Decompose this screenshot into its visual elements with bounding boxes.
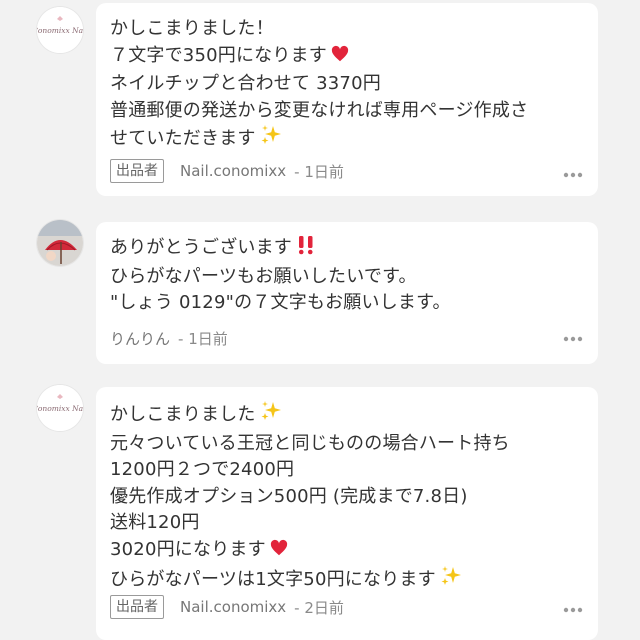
red-heart-icon [331, 45, 349, 72]
ellipsis-icon [563, 607, 583, 613]
comment-line: 優先作成オプション500円 (完成まで7.8日) [110, 485, 468, 507]
comment-timestamp: - 1日前 [294, 162, 344, 181]
more-options-button[interactable] [560, 165, 586, 185]
comment-line: 1200円２つで2400円 [110, 459, 295, 480]
comment-bubble: かしこまりました 元々ついている王冠と同じものの場合ハート持ち 1200円２つで… [96, 387, 598, 640]
comment-line: ネイルチップと合わせて 3370円 [110, 73, 381, 94]
user-photo-icon [37, 220, 83, 266]
comment-timestamp: - 1日前 [178, 330, 228, 348]
comment-line: 普通郵便の発送から変更なければ専用ページ作成さ [110, 99, 529, 121]
avatar[interactable] [37, 220, 83, 266]
conomixx-logo-icon: Conomixx Nail [37, 7, 83, 53]
seller-badge: 出品者 [110, 159, 164, 183]
comment-line: ありがとうございます [110, 235, 584, 264]
comment-bubble: かしこまりました！ ７文字で350円になります ネイルチップと合わせて 3370… [96, 3, 598, 196]
double-exclamation-icon [296, 235, 316, 264]
avatar[interactable]: Conomixx Nail [37, 385, 83, 431]
comment-line: かしこまりました [110, 400, 584, 431]
comment-line: かしこまりました！ [110, 18, 274, 39]
comment-line: 送料120円 [110, 512, 200, 533]
more-options-button[interactable] [560, 600, 586, 620]
conomixx-logo-icon: Conomixx Nail [37, 385, 83, 431]
comment-line: せていただきます [110, 124, 584, 155]
sparkles-icon [260, 124, 282, 155]
red-heart-icon [270, 539, 288, 566]
comment-meta: りんりん - 1日前 [110, 328, 228, 349]
comment-line: 3020円になります [110, 537, 584, 566]
comment-line: 元々ついている王冠と同じものの場合ハート持ち [110, 432, 510, 454]
comment-username[interactable]: Nail.conomixx [180, 598, 286, 616]
comment-bubble: ありがとうございます ひらがなパーツもお願いしたいです。 "しょう 0129"の… [96, 222, 598, 364]
comment-line: ひらがなパーツもお願いしたいです。 [110, 265, 417, 287]
comment-username[interactable]: Nail.conomixx [180, 162, 286, 180]
ellipsis-icon [563, 172, 583, 178]
comment-line: ひらがなパーツは1文字50円になります [110, 565, 584, 596]
comment-meta: 出品者 Nail.conomixx - 1日前 [110, 159, 344, 183]
ellipsis-icon [563, 336, 583, 342]
sparkles-icon [440, 565, 462, 596]
seller-badge: 出品者 [110, 595, 164, 619]
comment-line: ７文字で350円になります [110, 43, 584, 72]
logo-text: Conomixx Nail [37, 26, 83, 35]
avatar[interactable]: Conomixx Nail [37, 7, 83, 53]
comment-timestamp: - 2日前 [294, 598, 344, 617]
comment-username[interactable]: りんりん [110, 328, 170, 349]
comment-line: "しょう 0129"の７文字もお願いします。 [110, 292, 451, 313]
more-options-button[interactable] [560, 329, 586, 349]
sparkles-icon [260, 400, 282, 431]
comment-meta: 出品者 Nail.conomixx - 2日前 [110, 595, 344, 619]
logo-text: Conomixx Nail [37, 404, 83, 413]
